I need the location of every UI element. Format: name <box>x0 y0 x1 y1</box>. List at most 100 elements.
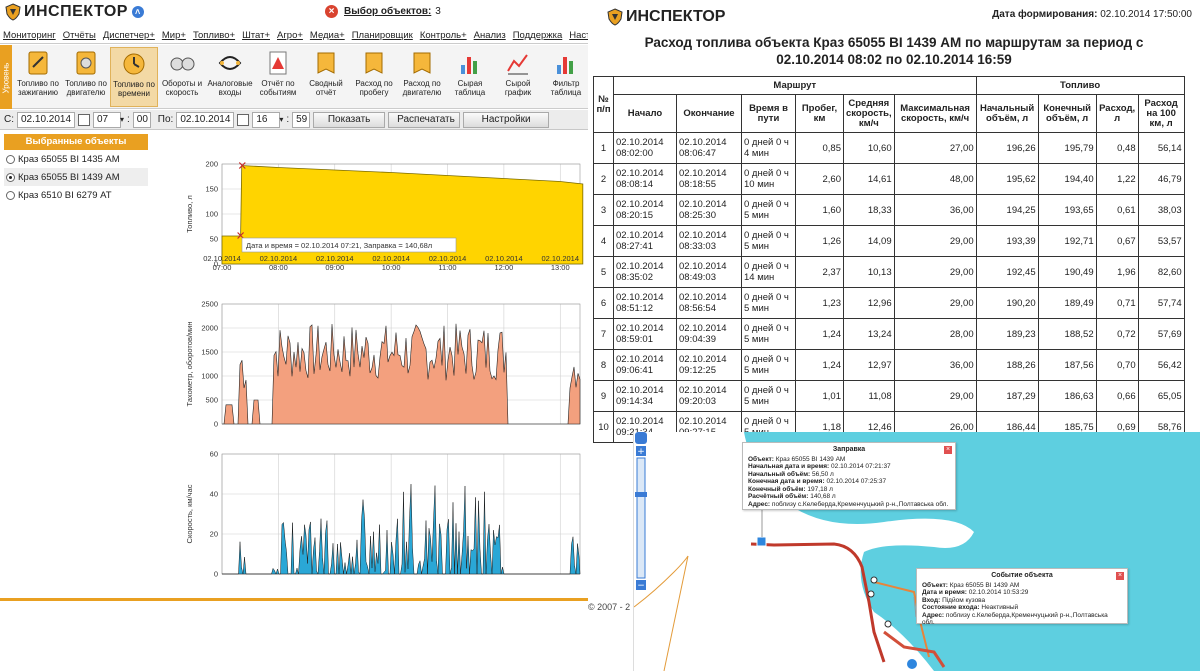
chevron-down-icon[interactable]: ▾ <box>279 115 283 124</box>
pan-control-icon[interactable] <box>635 432 647 444</box>
charts-area: 0 50 100 150 200 Топливо, л Дата и время = 02.… <box>150 134 588 604</box>
show-button[interactable]: Показать <box>313 111 386 128</box>
menu-item-4[interactable]: Топливо+ <box>193 30 235 41</box>
table-cell: 194,40 <box>1037 163 1097 195</box>
table-cell: 9 <box>593 380 614 412</box>
zoom-slider-handle[interactable] <box>635 492 647 497</box>
table-cell: 1 <box>593 132 614 164</box>
table-cell: 0 дней 0 ч 5 мин <box>741 318 796 350</box>
table-cell: 187,56 <box>1037 349 1097 381</box>
table-cell: 02.10.2014 08:27:41 <box>613 225 677 257</box>
toolbar-side-label: Уровень <box>1 62 11 94</box>
menu-item-9[interactable]: Контроль+ <box>420 30 467 41</box>
menu-item-2[interactable]: Диспетчер+ <box>103 30 155 41</box>
to-min-input[interactable]: 59 <box>292 111 311 128</box>
zoom-slider-track[interactable] <box>636 457 646 579</box>
object-selection[interactable]: × Выбор объектов: 3 <box>325 5 441 18</box>
toolbar-button-mileage-consumption[interactable]: Расход по пробегу <box>350 47 398 107</box>
from-date-input[interactable]: 02.10.2014 <box>17 111 75 128</box>
object-name: Краз 65055 ВІ 1435 АМ <box>18 153 120 165</box>
table-cell: 2,37 <box>795 256 844 288</box>
x-tick-label: 12:00 <box>494 263 513 272</box>
route-point[interactable] <box>884 620 892 628</box>
toolbar-button-fuel-time[interactable]: Топливо по времени <box>110 47 158 107</box>
popup-line-label: Вход: <box>922 596 941 604</box>
close-icon[interactable]: × <box>944 446 952 454</box>
object-selection-label[interactable]: Выбор объектов: <box>344 6 431 17</box>
table-cell: 0,61 <box>1095 194 1139 226</box>
toolbar-button-rpm-speed[interactable]: Обороты и скорость <box>158 47 206 107</box>
from-min-input[interactable]: 00 <box>132 111 151 128</box>
object-list-item[interactable]: Краз 65055 ВІ 1435 АМ <box>4 150 148 168</box>
menu-item-7[interactable]: Медиа+ <box>310 30 345 41</box>
menu-item-12[interactable]: Наст <box>569 30 588 41</box>
app-logo[interactable]: ИНСПЕКТОР ˄ <box>4 3 144 21</box>
route-map[interactable]: + − × Заправка Объект: Краз 65055 ВІ 143… <box>633 432 1200 671</box>
table-cell: 02.10.2014 09:20:03 <box>676 380 742 412</box>
toolbar-button-fuel-ignition[interactable]: Топливо по зажиганию <box>14 47 62 107</box>
object-list-item[interactable]: Краз 6510 ВІ 6279 АТ <box>4 186 148 204</box>
menu-item-0[interactable]: Мониторинг <box>3 30 56 41</box>
to-date-input[interactable]: 02.10.2014 <box>176 111 235 128</box>
toolbar-button-raw-graph[interactable]: Сырой график <box>494 47 542 107</box>
toolbar-button-label: Топливо по двигателю <box>65 79 107 97</box>
object-list-item[interactable]: Краз 65055 ВІ 1439 АМ <box>4 168 148 186</box>
calendar-icon[interactable] <box>78 113 90 126</box>
toolbar-button-fuel-engine[interactable]: Топливо по двигателю <box>62 47 110 107</box>
toolbar-button-raw-table[interactable]: Сырая таблица <box>446 47 494 107</box>
route-point[interactable] <box>870 576 878 584</box>
inspector-app-window: ИНСПЕКТОР ˄ × Выбор объектов: 3 Монитори… <box>0 0 588 620</box>
from-hour-select[interactable]: 07 <box>93 111 121 128</box>
menu-item-6[interactable]: Агро+ <box>277 30 303 41</box>
col-avg-speed: Средняя скорость, км/ч <box>843 94 895 133</box>
toolbar-button-summary-report[interactable]: Сводный отчёт <box>302 47 350 107</box>
map-zoom-control[interactable]: + − <box>634 432 648 592</box>
col-max-speed: Максимальная скорость, км/ч <box>893 94 977 133</box>
table-cell: 193,65 <box>1037 194 1097 226</box>
toolbar-side-tab[interactable]: Уровень <box>0 45 12 109</box>
chevron-up-icon[interactable]: ˄ <box>131 6 144 18</box>
toolbar-button-filter-table[interactable]: Фильтр таблица <box>542 47 588 107</box>
toolbar-button-analog-inputs[interactable]: Аналоговые входы <box>206 47 254 107</box>
logo-text: ИНСПЕКТОР <box>24 3 128 20</box>
x-tick-label: 02.10.2014 <box>541 254 579 263</box>
calendar-icon[interactable] <box>237 113 250 126</box>
toolbar-button-events-report[interactable]: Отчёт по событиям <box>254 47 302 107</box>
toolbar-button-label: Расход по двигателю <box>402 79 442 97</box>
route-point[interactable] <box>867 590 875 598</box>
toolbar-button-engine-consumption[interactable]: Расход по двигателю <box>398 47 446 107</box>
menu-item-10[interactable]: Анализ <box>474 30 506 41</box>
menu-item-11[interactable]: Поддержка <box>513 30 563 41</box>
route-end-marker[interactable] <box>907 659 917 669</box>
close-icon[interactable]: × <box>1116 572 1124 580</box>
table-cell: 29,00 <box>893 380 977 412</box>
object-radio[interactable] <box>6 190 15 200</box>
x-tick-label: 13:00 <box>551 263 570 272</box>
chevron-down-icon[interactable]: ▾ <box>120 115 124 124</box>
generation-date-label: Дата формирования: <box>992 9 1098 20</box>
table-cell: 6 <box>593 287 614 319</box>
menu-item-3[interactable]: Мир+ <box>162 30 186 41</box>
report-toolbar: Уровень Топливо по зажиганию Топливо по д… <box>0 45 588 109</box>
settings-button[interactable]: Настройки <box>463 111 550 128</box>
event-popup-title: Событие объекта <box>991 572 1053 579</box>
popup-line-label: Объект: <box>922 581 948 589</box>
popup-line-value: поблизу с.Келеберда,Кременчуцький р-н.,П… <box>922 611 1108 627</box>
y-tick-label: 40 <box>210 490 218 499</box>
object-selection-count: 3 <box>435 6 441 17</box>
start-marker-icon[interactable] <box>756 536 767 547</box>
object-radio[interactable] <box>6 154 15 164</box>
menu-item-5[interactable]: Штат+ <box>242 30 270 41</box>
close-icon[interactable]: × <box>325 5 338 18</box>
popup-line: Адрес: поблизу с.Келеберда,Кременчуцький… <box>748 501 950 509</box>
object-radio[interactable] <box>6 172 15 182</box>
table-cell: 1,22 <box>1095 163 1139 195</box>
table-cell: 188,26 <box>975 349 1039 381</box>
to-hour-select[interactable]: 16 <box>252 111 281 128</box>
table-cell: 0 дней 0 ч 14 мин <box>741 256 796 288</box>
print-button[interactable]: Распечатать <box>388 111 461 128</box>
menu-item-1[interactable]: Отчёты <box>63 30 96 41</box>
table-cell: 29,00 <box>893 225 977 257</box>
menu-item-8[interactable]: Планировщик <box>352 30 413 41</box>
table-cell: 192,45 <box>975 256 1039 288</box>
